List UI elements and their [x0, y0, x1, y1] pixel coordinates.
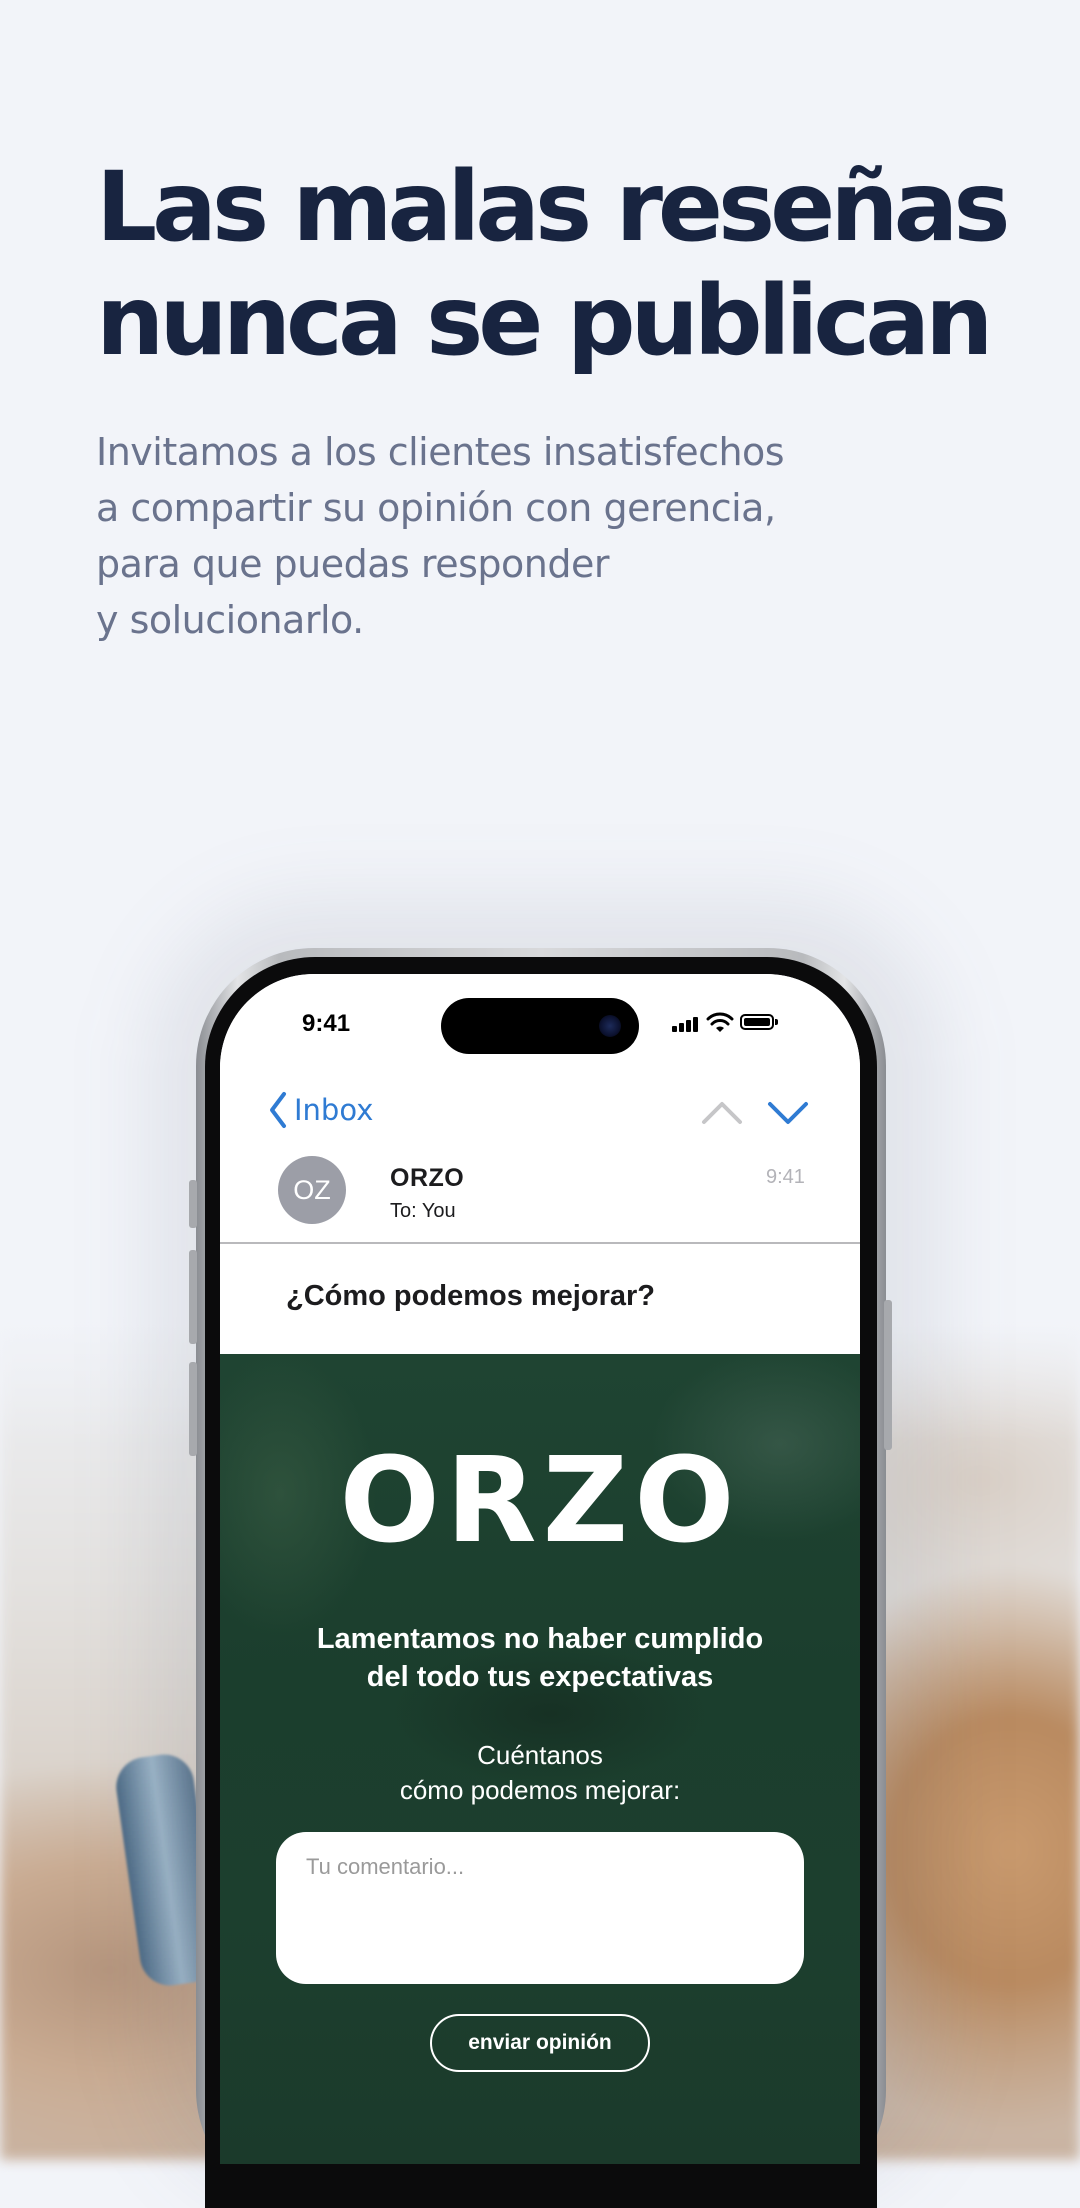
orzo-logo: ORZO [339, 1431, 741, 1569]
inbox-back-label: Inbox [294, 1093, 374, 1127]
email-body: ORZO Lamentamos no haber cumplido del to… [220, 1354, 860, 2164]
apology-line: Lamentamos no haber cumplido [316, 1623, 764, 1655]
power-button [884, 1300, 892, 1450]
phone-screen: 9:41 Inbox OZ ORZO To: You 9:41 ¿Cómo po… [220, 974, 860, 2164]
subtext-line: para que puedas responder [96, 542, 609, 586]
chevron-left-icon [270, 1092, 286, 1128]
status-time: 9:41 [302, 1010, 351, 1037]
feedback-prompt: Cuéntanos cómo podemos mejorar: [220, 1738, 860, 1808]
apology-line: del todo tus expectativas [366, 1661, 714, 1693]
subtext-line: y solucionarlo. [96, 598, 364, 642]
comment-input[interactable] [276, 1832, 804, 1984]
sender-avatar: OZ [278, 1156, 346, 1224]
battery-icon [740, 1014, 774, 1030]
prompt-line: Cuéntanos [477, 1740, 603, 1770]
headline-line-2: nunca se publican [96, 265, 993, 377]
wifi-icon [706, 1012, 734, 1032]
sender-name[interactable]: ORZO [390, 1164, 464, 1193]
headline-line-1: Las malas reseñas [96, 151, 1011, 263]
next-message-chevron-down-icon[interactable] [766, 1092, 810, 1132]
hero-subtext: Invitamos a los clientes insatisfechos a… [96, 424, 996, 648]
front-camera-icon [599, 1015, 621, 1037]
email-subject: ¿Cómo podemos mejorar? [286, 1280, 655, 1312]
subject-bar: ¿Cómo podemos mejorar? [220, 1244, 860, 1354]
battery-tip [775, 1019, 778, 1025]
hero-headline: Las malas reseñas nunca se publican [96, 150, 1056, 378]
apology-heading: Lamentamos no haber cumplido del todo tu… [220, 1620, 860, 1696]
status-bar: 9:41 [220, 974, 860, 1074]
action-button [189, 1180, 197, 1228]
cellular-signal-icon [672, 1016, 700, 1032]
previous-message-chevron-up-icon[interactable] [700, 1092, 744, 1132]
subtext-line: Invitamos a los clientes insatisfechos [96, 430, 785, 474]
dynamic-island [441, 998, 639, 1054]
recipient-line: To: You [390, 1200, 456, 1222]
message-header: OZ ORZO To: You 9:41 [220, 1136, 860, 1244]
volume-up-button [189, 1250, 197, 1344]
prompt-line: cómo podemos mejorar: [399, 1775, 681, 1805]
message-time: 9:41 [766, 1166, 805, 1188]
subtext-line: a compartir su opinión con gerencia, [96, 486, 776, 530]
inbox-back-button[interactable]: Inbox [268, 1086, 373, 1134]
send-feedback-button[interactable]: enviar opinión [430, 2014, 650, 2072]
volume-down-button [189, 1362, 197, 1456]
